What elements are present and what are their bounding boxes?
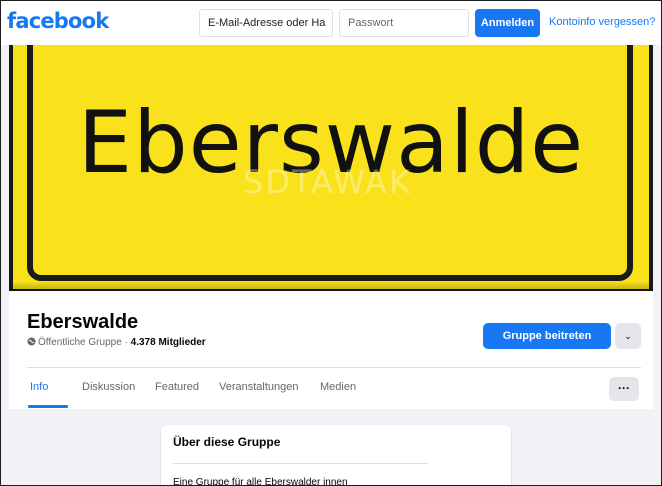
cover-photo: Eberswalde SDTAWAK — [9, 45, 653, 291]
group-header: Eberswalde Öffentliche Gruppe · 4.378 Mi… — [9, 291, 653, 409]
tab-events[interactable]: Veranstaltungen — [219, 381, 299, 393]
member-count: 4.378 Mitglieder — [130, 337, 206, 348]
group-privacy: Öffentliche Gruppe · — [38, 337, 131, 348]
group-name: Eberswalde — [27, 311, 139, 333]
facebook-logo[interactable]: facebook — [7, 9, 109, 33]
email-field[interactable]: E-Mail-Adresse oder Ha — [199, 9, 333, 37]
tab-media[interactable]: Medien — [320, 381, 356, 393]
cover-shadow — [9, 281, 653, 291]
header-divider — [27, 367, 641, 368]
tab-discussion[interactable]: Diskussion — [82, 381, 135, 393]
watermark: SDTAWAK — [243, 163, 412, 201]
top-bar: facebook E-Mail-Adresse oder Ha Passwort… — [1, 1, 661, 45]
login-button[interactable]: Anmelden — [475, 9, 540, 37]
more-options-icon[interactable]: ··· — [609, 377, 639, 401]
join-group-button[interactable]: Gruppe beitreten — [483, 323, 611, 349]
group-meta: Öffentliche Gruppe · 4.378 Mitglieder — [27, 337, 206, 348]
about-description: Eine Gruppe für alle Eberswalder innen — [173, 477, 348, 486]
globe-icon — [27, 337, 36, 346]
page: facebook E-Mail-Adresse oder Ha Passwort… — [0, 0, 662, 486]
forgot-account-link[interactable]: Kontoinfo vergessen? — [549, 16, 655, 28]
town-sign: Eberswalde SDTAWAK — [13, 45, 649, 289]
about-title: Über diese Gruppe — [173, 435, 281, 449]
password-field[interactable]: Passwort — [339, 9, 469, 37]
chevron-down-icon[interactable]: ⌄ — [615, 323, 641, 349]
about-card: Über diese Gruppe Eine Gruppe für alle E… — [161, 425, 511, 486]
tab-info[interactable]: Info — [30, 381, 48, 393]
about-divider — [173, 463, 428, 464]
tab-featured[interactable]: Featured — [155, 381, 199, 393]
active-tab-indicator — [28, 405, 68, 408]
